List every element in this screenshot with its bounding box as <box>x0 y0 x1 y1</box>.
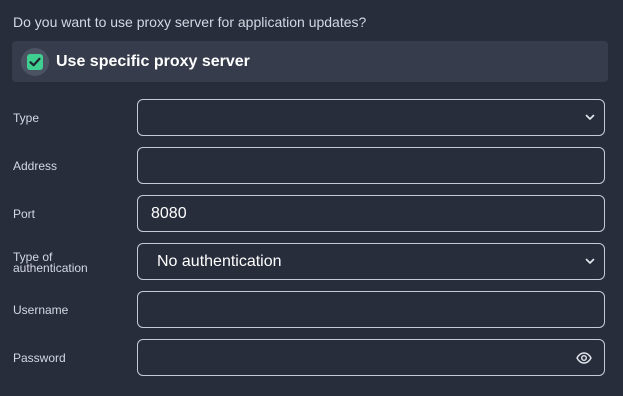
port-input[interactable]: 8080 <box>137 195 605 232</box>
checkmark-icon <box>29 57 41 67</box>
chevron-down-icon <box>585 114 595 120</box>
port-value: 8080 <box>151 205 187 222</box>
use-proxy-toggle-row[interactable]: Use specific proxy server <box>12 41 608 82</box>
username-input[interactable] <box>137 291 605 328</box>
proxy-question: Do you want to use proxy server for appl… <box>13 14 367 30</box>
address-input[interactable] <box>137 147 605 184</box>
username-label: Username <box>13 303 69 317</box>
auth-type-label-line2: authentication <box>13 261 88 275</box>
use-proxy-label: Use specific proxy server <box>56 53 250 70</box>
address-label: Address <box>13 159 58 173</box>
auth-type-label: Type of authentication <box>13 251 88 275</box>
chevron-down-icon <box>585 258 595 264</box>
eye-icon[interactable] <box>576 352 592 364</box>
proxy-settings-panel: Do you want to use proxy server for appl… <box>0 0 623 396</box>
port-label: Port <box>13 207 36 221</box>
password-label: Password <box>13 351 66 365</box>
type-select[interactable] <box>137 99 605 136</box>
password-input[interactable] <box>137 339 605 376</box>
auth-type-select[interactable]: No authentication <box>137 243 605 280</box>
use-proxy-checkbox[interactable] <box>27 54 43 70</box>
auth-type-value: No authentication <box>157 253 282 270</box>
type-label: Type <box>13 111 40 125</box>
